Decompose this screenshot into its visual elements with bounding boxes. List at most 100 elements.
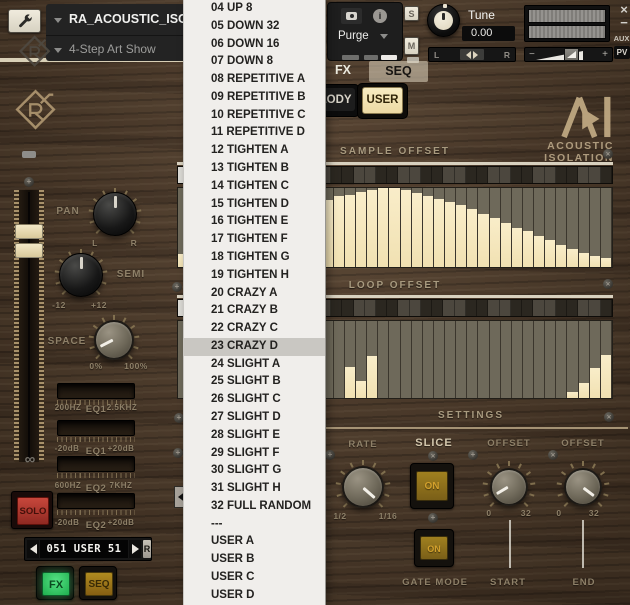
seq-step-bar[interactable] — [579, 188, 590, 267]
seq-step-bar[interactable] — [512, 188, 523, 267]
preset-menu-item[interactable]: 26 SLIGHT C — [184, 391, 325, 409]
preset-menu-item[interactable]: 19 TIGHTEN H — [184, 267, 325, 285]
seq-step-bar[interactable] — [601, 188, 612, 267]
preset-menu-item[interactable]: 23 CRAZY D — [184, 338, 325, 356]
wrench-button[interactable] — [8, 9, 41, 33]
user-button[interactable]: USER — [357, 83, 408, 119]
preset-menu-item[interactable]: 24 SLIGHT A — [184, 356, 325, 374]
seq-step-bar[interactable] — [523, 321, 534, 398]
purge-dropdown[interactable]: Purge — [338, 30, 369, 42]
seq-step-bar[interactable] — [456, 321, 467, 398]
preset-menu-item[interactable]: 09 REPETITIVE B — [184, 89, 325, 107]
preset-menu-item[interactable]: 20 CRAZY A — [184, 285, 325, 303]
pattern-next-button[interactable] — [129, 540, 141, 558]
seq-step-bar[interactable] — [445, 188, 456, 267]
snapshot-camera-button[interactable] — [341, 8, 362, 24]
seq-step-bar[interactable] — [478, 321, 489, 398]
seq-step-bar[interactable] — [434, 188, 445, 267]
seq-step-bar[interactable] — [356, 321, 367, 398]
seq-step-bar[interactable] — [367, 188, 378, 267]
tab-seq[interactable]: SEQ — [369, 61, 428, 82]
seq-step-bar[interactable] — [423, 188, 434, 267]
seq-step-bar[interactable] — [512, 321, 523, 398]
slider-handle[interactable] — [87, 422, 106, 435]
instrument-subtitle[interactable]: 4-Step Art Show — [69, 42, 156, 56]
preset-menu-item[interactable]: 11 REPETITIVE D — [184, 124, 325, 142]
preset-menu-item[interactable]: 15 TIGHTEN D — [184, 196, 325, 214]
preset-menu[interactable]: 04 UP 805 DOWN 3206 DOWN 1607 DOWN 808 R… — [183, 0, 326, 605]
preset-menu-item[interactable]: 08 REPETITIVE A — [184, 71, 325, 89]
seq-step-bar[interactable] — [412, 321, 423, 398]
seq-step-bar[interactable] — [556, 188, 567, 267]
pan-knob[interactable] — [89, 188, 141, 240]
preset-menu-item[interactable]: 21 CRAZY B — [184, 302, 325, 320]
solo-button-s[interactable]: S — [404, 6, 419, 21]
preset-menu-item[interactable]: USER A — [184, 533, 325, 551]
seq-step-bar[interactable] — [456, 188, 467, 267]
preset-menu-item[interactable]: 05 DOWN 32 — [184, 18, 325, 36]
aux-label[interactable]: AUX — [613, 34, 630, 43]
eq1-gain-slider[interactable] — [57, 420, 135, 436]
seq-step-bar[interactable] — [401, 188, 412, 267]
seq-step-bar[interactable] — [378, 188, 389, 267]
seq-step-bar[interactable] — [567, 321, 578, 398]
seq-step-bar[interactable] — [523, 188, 534, 267]
seq-step-bar[interactable] — [478, 188, 489, 267]
solo-button[interactable]: SOLO — [11, 491, 53, 529]
seq-step-bar[interactable] — [423, 321, 434, 398]
seq-step-bar[interactable] — [579, 321, 590, 398]
preset-menu-item[interactable]: 16 TIGHTEN E — [184, 213, 325, 231]
seq-step-bar[interactable] — [501, 188, 512, 267]
mute-button-m[interactable]: M — [404, 37, 419, 55]
seq-step-bar[interactable] — [356, 188, 367, 267]
pan-slider[interactable]: L R — [428, 47, 516, 62]
seq-step-bar[interactable] — [490, 321, 501, 398]
slider-handle[interactable] — [87, 458, 106, 471]
seq-step-bar[interactable] — [412, 188, 423, 267]
seq-step-bar[interactable] — [545, 188, 556, 267]
seq-step-bar[interactable] — [534, 321, 545, 398]
seq-step-bar[interactable] — [567, 188, 578, 267]
preset-menu-item[interactable]: --- — [184, 516, 325, 534]
preset-menu-item[interactable]: 17 TIGHTEN F — [184, 231, 325, 249]
slice-on-button[interactable]: ON — [410, 463, 454, 509]
seq-step-bar[interactable] — [467, 321, 478, 398]
rate-knob[interactable] — [335, 459, 391, 515]
slider-handle[interactable] — [87, 495, 106, 508]
preset-menu-item[interactable]: USER D — [184, 587, 325, 605]
preset-menu-item[interactable]: 13 TIGHTEN B — [184, 160, 325, 178]
info-button[interactable]: i — [373, 9, 387, 23]
seq-step-bar[interactable] — [601, 321, 612, 398]
tab-fx[interactable]: FX — [331, 63, 355, 79]
end-slider[interactable] — [582, 520, 584, 568]
seq-step-bar[interactable] — [378, 321, 389, 398]
fx-toggle-button[interactable]: FX — [36, 566, 74, 600]
volume-slider[interactable]: − + — [524, 47, 613, 62]
instrument-title[interactable]: RA_ACOUSTIC_ISO — [69, 12, 183, 26]
preset-menu-item[interactable]: 10 REPETITIVE C — [184, 107, 325, 125]
offset2-knob[interactable] — [556, 460, 610, 514]
eq1-freq-slider[interactable] — [57, 383, 135, 399]
minimize-button[interactable]: − — [618, 17, 630, 29]
tune-value[interactable]: 0.00 — [462, 26, 515, 41]
seq-step-bar[interactable] — [345, 321, 356, 398]
seq-step-bar[interactable] — [467, 188, 478, 267]
seq-step-bar[interactable] — [345, 188, 356, 267]
start-slider[interactable] — [509, 520, 511, 568]
slider-handle[interactable] — [87, 385, 106, 398]
seq-step-bar[interactable] — [556, 321, 567, 398]
eq2-freq-slider[interactable] — [57, 456, 135, 472]
tune-knob[interactable] — [427, 4, 460, 37]
seq-step-bar[interactable] — [334, 188, 345, 267]
preset-menu-item[interactable]: 06 DOWN 16 — [184, 36, 325, 54]
seq-step-bar[interactable] — [490, 188, 501, 267]
volume-fader[interactable] — [14, 190, 44, 462]
pattern-prev-button[interactable] — [27, 540, 39, 558]
preset-menu-item[interactable]: 18 TIGHTEN G — [184, 249, 325, 267]
seq-step-bar[interactable] — [334, 321, 345, 398]
preset-menu-item[interactable]: 07 DOWN 8 — [184, 53, 325, 71]
seq-step-bar[interactable] — [545, 321, 556, 398]
preset-menu-item[interactable]: 28 SLIGHT E — [184, 427, 325, 445]
seq-step-bar[interactable] — [445, 321, 456, 398]
preset-menu-item[interactable]: 31 SLIGHT H — [184, 480, 325, 498]
